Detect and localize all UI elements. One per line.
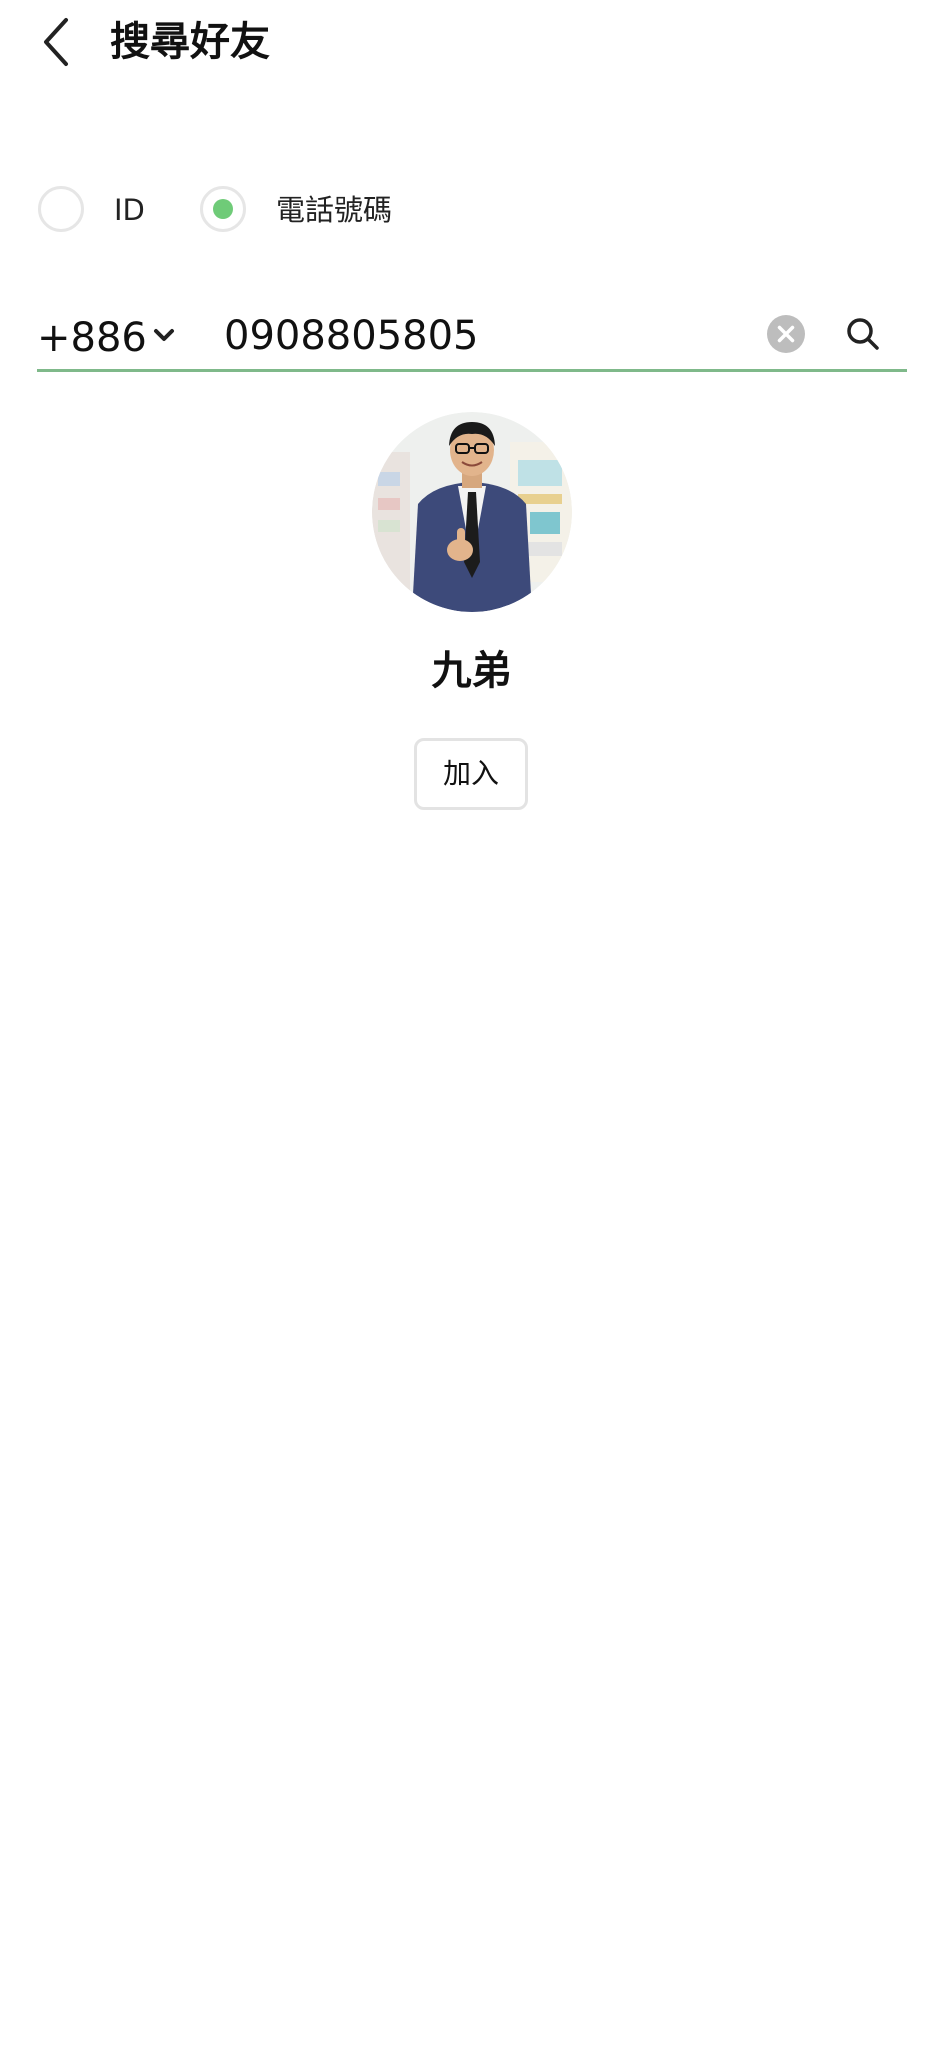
- avatar: [372, 412, 572, 612]
- search-icon: [847, 318, 879, 350]
- back-button[interactable]: [38, 14, 78, 70]
- page-title: 搜尋好友: [110, 19, 270, 65]
- radio-label-id: ID: [114, 193, 145, 227]
- add-friend-button[interactable]: 加入: [414, 738, 528, 810]
- chevron-down-icon: [154, 329, 174, 341]
- phone-search-bar: +886: [37, 300, 907, 372]
- clear-button[interactable]: [767, 315, 805, 353]
- radio-label-phone: 電話號碼: [276, 193, 393, 227]
- chevron-left-icon: [44, 18, 68, 66]
- result-name: 九弟: [431, 648, 512, 694]
- phone-number-input[interactable]: [224, 310, 744, 362]
- radio-selected-icon[interactable]: [200, 186, 246, 232]
- search-type-selector: ID 電話號碼: [0, 180, 943, 240]
- radio-option-phone[interactable]: 電話號碼: [200, 180, 420, 240]
- radio-option-id[interactable]: ID: [38, 180, 158, 240]
- user-photo: [372, 412, 572, 612]
- clear-circle-icon: [767, 315, 805, 353]
- header: 搜尋好友: [0, 0, 943, 90]
- country-code-value: +886: [37, 315, 147, 361]
- search-button[interactable]: [843, 314, 883, 354]
- radio-dot: [213, 199, 233, 219]
- radio-unselected-icon[interactable]: [38, 186, 84, 232]
